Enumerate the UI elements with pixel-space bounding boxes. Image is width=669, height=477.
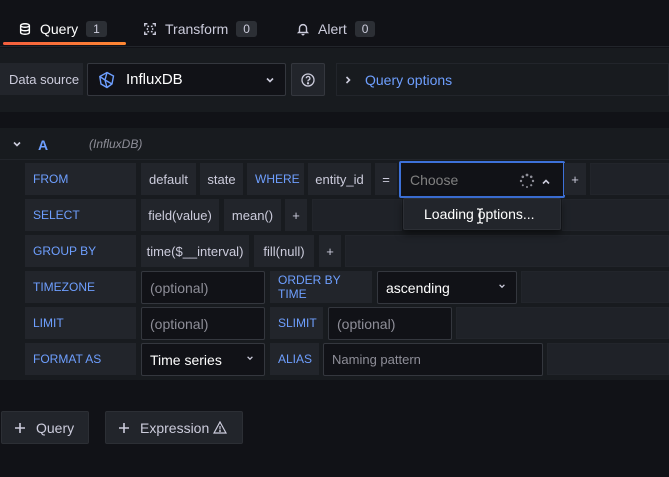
select-field-segment[interactable]: field(value) <box>141 199 219 231</box>
plus-icon <box>119 422 129 433</box>
row-filler <box>312 199 402 231</box>
chevron-down-icon <box>247 356 253 361</box>
question-circle-icon <box>301 72 315 87</box>
query-ref-id[interactable]: A <box>38 137 48 153</box>
tab-transform-label: Transform <box>165 21 229 37</box>
transform-icon <box>144 23 156 35</box>
tab-query-count: 1 <box>86 21 107 37</box>
query-datasource-hint: (InfluxDB) <box>89 137 143 151</box>
datasource-value: InfluxDB <box>126 71 183 88</box>
tab-transform[interactable]: Transform 0 <box>143 14 257 44</box>
tag-key-segment[interactable]: entity_id <box>308 163 371 195</box>
group-by-fill-segment[interactable]: fill(null) <box>254 235 314 267</box>
select-function-segment[interactable]: mean() <box>224 199 281 231</box>
timezone-keyword: TIMEZONE <box>25 271 136 303</box>
active-tab-indicator <box>3 42 126 45</box>
chevron-down-icon <box>499 284 505 289</box>
add-select-button[interactable]: + <box>285 199 307 231</box>
plus-icon <box>15 422 25 433</box>
text-cursor-icon <box>477 208 483 224</box>
add-query-label: Query <box>36 419 75 436</box>
tab-alert-count: 0 <box>354 21 376 37</box>
warning-triangle-icon <box>213 421 228 434</box>
chevron-up-icon <box>542 179 550 185</box>
chevron-down-icon <box>266 77 274 83</box>
operator-segment[interactable]: = <box>375 163 397 195</box>
measurement-segment[interactable]: state <box>200 163 243 195</box>
alias-input[interactable]: Naming pattern <box>323 343 543 376</box>
row-filler <box>547 343 669 375</box>
format-as-keyword: FORMAT AS <box>25 343 136 375</box>
group-by-keyword: GROUP BY <box>25 235 136 267</box>
collapse-chevron-icon[interactable] <box>12 139 22 149</box>
group-by-time-segment[interactable]: time($__interval) <box>141 235 249 267</box>
tag-value-placeholder: Choose <box>410 171 459 188</box>
row-filler <box>345 235 669 267</box>
slimit-keyword: SLIMIT <box>270 307 323 339</box>
order-by-time-keyword: ORDER BY TIME <box>270 271 372 303</box>
select-keyword: SELECT <box>25 199 136 231</box>
tab-alert-label: Alert <box>318 21 347 37</box>
query-options-toggle[interactable]: Query options <box>336 63 669 96</box>
tab-transform-count: 0 <box>236 21 257 37</box>
row-filler <box>562 199 669 231</box>
datasource-label: Data source <box>0 63 83 95</box>
add-group-by-button[interactable]: + <box>319 235 341 267</box>
datasource-help-button[interactable] <box>291 63 325 96</box>
add-expression-label: Expression <box>140 419 210 436</box>
tab-query-label: Query <box>40 21 79 37</box>
chevron-right-icon <box>345 75 351 84</box>
from-keyword: FROM <box>25 163 136 195</box>
bell-icon <box>296 23 310 36</box>
influxdb-logo-icon <box>99 71 115 88</box>
alias-keyword: ALIAS <box>270 343 319 375</box>
limit-keyword: LIMIT <box>25 307 136 339</box>
datasource-picker[interactable]: InfluxDB <box>87 63 286 96</box>
row-filler <box>521 271 669 303</box>
retention-policy-segment[interactable]: default <box>141 163 196 195</box>
row-filler <box>456 307 669 339</box>
order-by-time-value: ascending <box>386 279 450 296</box>
timezone-input[interactable]: (optional) <box>141 271 265 304</box>
add-expression-button[interactable]: Expression <box>105 411 243 444</box>
slimit-input[interactable]: (optional) <box>328 307 452 340</box>
format-as-value: Time series <box>150 351 222 368</box>
limit-input[interactable]: (optional) <box>141 307 265 340</box>
loading-spinner-icon <box>519 173 535 188</box>
order-by-time-select[interactable]: ascending <box>377 271 517 304</box>
row-filler <box>590 163 669 195</box>
add-query-button[interactable]: Query <box>1 411 89 444</box>
add-tag-button[interactable]: + <box>564 163 586 195</box>
tag-value-input[interactable]: Choose <box>399 161 565 198</box>
database-icon <box>19 23 31 35</box>
tab-query[interactable]: Query 1 <box>18 14 107 44</box>
query-options-label: Query options <box>365 71 453 88</box>
where-keyword: WHERE <box>247 163 304 195</box>
format-as-select[interactable]: Time series <box>141 343 265 376</box>
tab-alert[interactable]: Alert 0 <box>296 14 376 44</box>
